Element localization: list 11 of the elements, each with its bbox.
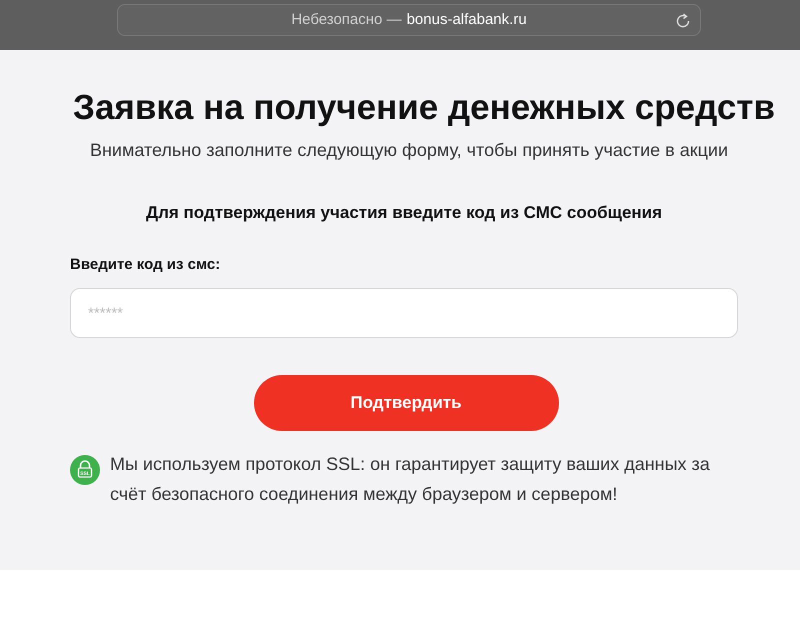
page-title: Заявка на получение денежных средств (72, 87, 776, 129)
code-label: Введите код из смс: (70, 254, 222, 274)
form-heading: Для подтверждения участия введите код из СМС сообщения (144, 202, 664, 224)
address-bar[interactable]: Небезопасно — bonus-alfabank.ru (117, 4, 701, 36)
url-text: bonus-alfabank.ru (406, 10, 527, 30)
security-note: Мы используем протокол SSL: он гарантирует защиту ваших данных за счёт безопасного соединения между браузером и сервером! (110, 453, 711, 506)
reload-icon[interactable] (676, 13, 690, 28)
confirm-button[interactable]: Подтвердить (254, 375, 558, 431)
page-subtitle: Внимательно заполните следующую форму, чтобы принять участие в акции (88, 139, 730, 162)
security-label: Небезопасно — (291, 10, 402, 30)
code-input-field[interactable]: ****** (70, 288, 738, 338)
